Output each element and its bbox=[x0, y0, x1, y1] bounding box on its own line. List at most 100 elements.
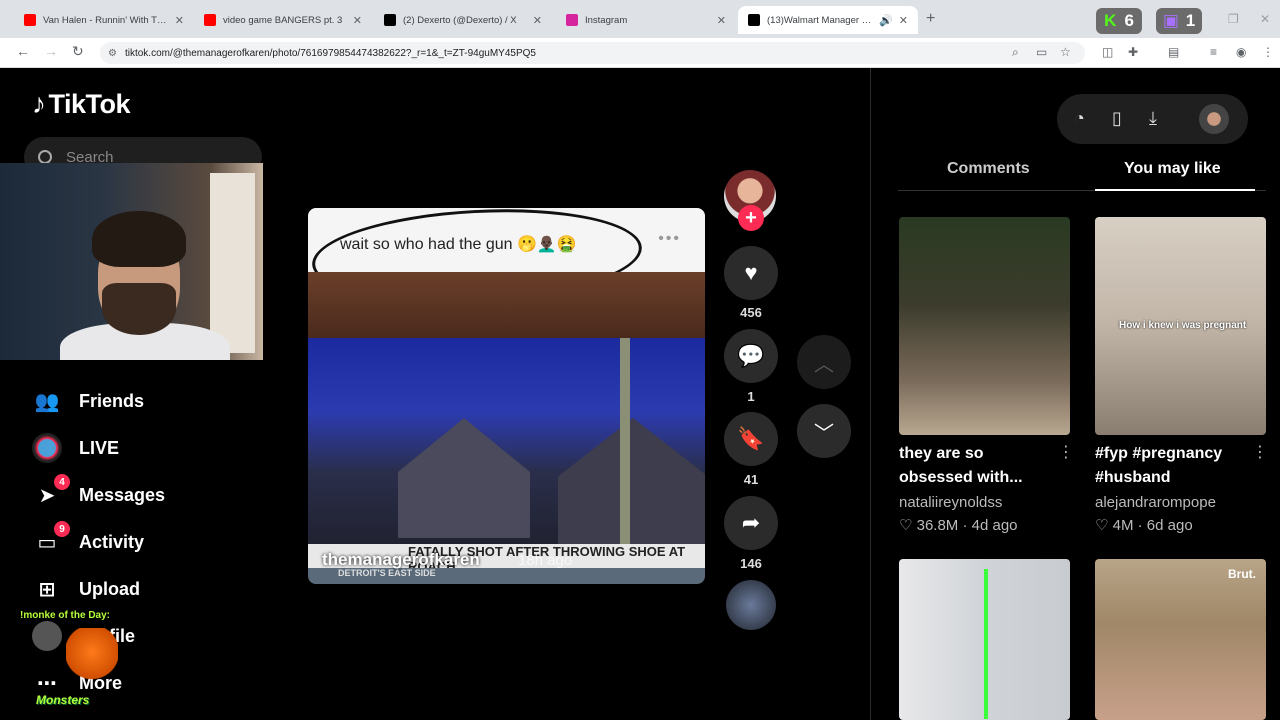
tiktok-app-icon[interactable]: ◔ bbox=[1074, 108, 1085, 129]
user-avatar[interactable] bbox=[1199, 104, 1229, 134]
next-post-button[interactable]: ﹀ bbox=[797, 404, 851, 458]
tiktok-note-icon: ♪ bbox=[32, 88, 46, 119]
kick-icon: K bbox=[1104, 11, 1117, 30]
close-icon[interactable]: ✕ bbox=[717, 14, 726, 27]
sidebar-item-friends[interactable]: 👥 Friends bbox=[32, 386, 144, 416]
recommended-video-thumbnail[interactable]: Brut. bbox=[1095, 559, 1266, 720]
tab-title: (13)Walmart Manager (@th bbox=[767, 14, 874, 26]
bookshelf bbox=[210, 173, 255, 353]
tab-video-game-bangers[interactable]: video game BANGERS pt. 3 ✕ bbox=[194, 6, 372, 34]
like-button[interactable]: ♥ bbox=[724, 246, 778, 300]
save-button[interactable]: 🔖 bbox=[724, 412, 778, 466]
tab-van-halen[interactable]: Van Halen - Runnin' With The D ✕ bbox=[14, 6, 194, 34]
profile-icon bbox=[32, 621, 62, 651]
streamer-hair bbox=[92, 211, 186, 267]
youtube-icon bbox=[204, 14, 216, 26]
monke-image bbox=[66, 628, 118, 688]
tab-dexerto[interactable]: (2) Dexerto (@Dexerto) / X ✕ bbox=[374, 6, 552, 34]
webcam-overlay bbox=[0, 163, 263, 360]
recommended-video-thumbnail[interactable] bbox=[899, 217, 1070, 435]
previous-post-button[interactable]: ︿ bbox=[797, 335, 851, 389]
media-icon[interactable]: ≡ bbox=[1210, 45, 1217, 59]
chevron-up-icon: ︿ bbox=[814, 353, 834, 376]
streamer-beard bbox=[102, 283, 176, 335]
monsters-label: Monsters bbox=[36, 693, 90, 707]
tiktok-icon bbox=[748, 14, 760, 26]
forward-icon[interactable]: → bbox=[44, 43, 58, 59]
more-options-icon[interactable]: ⋮ bbox=[1058, 442, 1074, 462]
side-panel-icon[interactable]: ▤ bbox=[1168, 45, 1179, 59]
post-time: 18h ago bbox=[518, 552, 573, 569]
tab-title: video game BANGERS pt. 3 bbox=[223, 14, 343, 26]
puzzle-icon[interactable]: ✚ bbox=[1128, 45, 1138, 59]
heart-icon: ♥ bbox=[744, 260, 758, 285]
recommended-video-title[interactable]: they are so obsessed with... bbox=[899, 442, 1059, 490]
more-options-icon[interactable]: ⋮ bbox=[1252, 442, 1268, 462]
tab-instagram[interactable]: Instagram ✕ bbox=[556, 6, 736, 34]
comment-icon: 💬 bbox=[737, 343, 765, 368]
recommended-video-thumbnail[interactable] bbox=[899, 559, 1070, 720]
active-tab-indicator bbox=[1095, 189, 1255, 191]
post-media[interactable]: wait so who had the gun 🫢👨🏿‍🦲🤮 ••• FATAL… bbox=[308, 208, 705, 584]
recommended-video-user[interactable]: nataliireynoldss bbox=[899, 494, 1002, 511]
back-icon[interactable]: ← bbox=[16, 43, 30, 59]
thumbnail-overlay-text: Brut. bbox=[1228, 567, 1256, 581]
bookmark-star-icon[interactable]: ☆ bbox=[1060, 45, 1071, 59]
share-button[interactable]: ➦ bbox=[724, 496, 778, 550]
pole-line bbox=[984, 569, 988, 719]
messages-icon: ➤ 4 bbox=[32, 474, 70, 510]
recommended-video-title[interactable]: #fyp #pregnancy #husband bbox=[1095, 442, 1255, 490]
music-disc[interactable] bbox=[726, 580, 776, 630]
sidebar-item-label: Activity bbox=[79, 531, 145, 552]
menu-icon[interactable]: ⋮ bbox=[1262, 45, 1274, 59]
tab-walmart-manager[interactable]: (13)Walmart Manager (@th 🔊 ✕ bbox=[738, 6, 918, 34]
sidebar-item-live[interactable]: LIVE bbox=[32, 433, 119, 463]
recommended-video-thumbnail[interactable]: How i knew i was pregnant bbox=[1095, 217, 1266, 435]
sidebar-item-label: Upload bbox=[79, 578, 140, 599]
more-dots-icon: ••• bbox=[658, 230, 681, 247]
comment-count: 1 bbox=[747, 389, 755, 404]
close-window-icon[interactable]: ✕ bbox=[1260, 12, 1270, 26]
activity-badge: 9 bbox=[54, 521, 70, 537]
kick-extension[interactable]: K 6 bbox=[1096, 8, 1142, 34]
zoom-icon[interactable]: ⌕ bbox=[1012, 45, 1019, 60]
recommended-video-stats: ♡ 36.8M · 4d ago bbox=[899, 517, 1018, 534]
post-author[interactable]: themanagerofkaren bbox=[322, 550, 480, 570]
sidebar-item-label: Messages bbox=[79, 484, 166, 505]
address-bar[interactable]: ⚙ tiktok.com/@themanagerofkaren/photo/76… bbox=[100, 42, 1085, 64]
recommended-video-user[interactable]: alejandrarompope bbox=[1095, 494, 1216, 511]
tab-title: Van Halen - Runnin' With The D bbox=[43, 14, 169, 26]
phone-icon[interactable]: ▯ bbox=[1112, 108, 1122, 129]
profile-icon[interactable]: ◉ bbox=[1236, 45, 1246, 59]
friends-icon: 👥 bbox=[34, 390, 60, 413]
close-icon[interactable]: ✕ bbox=[175, 14, 184, 27]
tab-you-may-like[interactable]: You may like bbox=[1124, 160, 1221, 178]
chevron-down-icon: ﹀ bbox=[814, 422, 834, 445]
restore-icon[interactable]: ❐ bbox=[1228, 12, 1239, 26]
close-icon[interactable]: ✕ bbox=[353, 14, 362, 27]
twitch-extension[interactable]: ▣ 1 bbox=[1156, 8, 1202, 34]
extension-icon[interactable]: ◫ bbox=[1102, 45, 1113, 59]
site-info-icon[interactable]: ⚙ bbox=[108, 48, 117, 59]
messages-badge: 4 bbox=[54, 474, 70, 490]
instagram-icon bbox=[566, 14, 578, 26]
download-icon[interactable]: ⤓ bbox=[1149, 108, 1157, 129]
tab-title: (2) Dexerto (@Dexerto) / X bbox=[403, 14, 517, 26]
speaker-icon[interactable]: 🔊 bbox=[879, 14, 893, 27]
close-icon[interactable]: ✕ bbox=[899, 14, 908, 27]
cast-icon[interactable]: ▭ bbox=[1036, 45, 1047, 59]
reload-icon[interactable]: ↻ bbox=[72, 43, 84, 60]
sidebar-item-messages[interactable]: ➤ 4 Messages bbox=[32, 474, 166, 510]
follow-button[interactable]: + bbox=[738, 205, 764, 231]
logo-text: TikTok bbox=[48, 88, 131, 119]
share-icon: ➦ bbox=[741, 510, 761, 535]
tab-comments[interactable]: Comments bbox=[947, 160, 1030, 178]
sidebar-item-activity[interactable]: ▭ 9 Activity bbox=[32, 521, 145, 557]
tiktok-logo[interactable]: ♪ TikTok bbox=[32, 88, 131, 120]
monke-of-the-day-label: !monke of the Day: bbox=[20, 610, 111, 621]
comment-button[interactable]: 💬 bbox=[724, 329, 778, 383]
sidebar-item-upload[interactable]: ⊞ Upload bbox=[32, 574, 140, 604]
sidebar-item-label: Friends bbox=[79, 390, 145, 411]
new-tab-button[interactable]: + bbox=[926, 10, 935, 28]
close-icon[interactable]: ✕ bbox=[533, 14, 542, 27]
